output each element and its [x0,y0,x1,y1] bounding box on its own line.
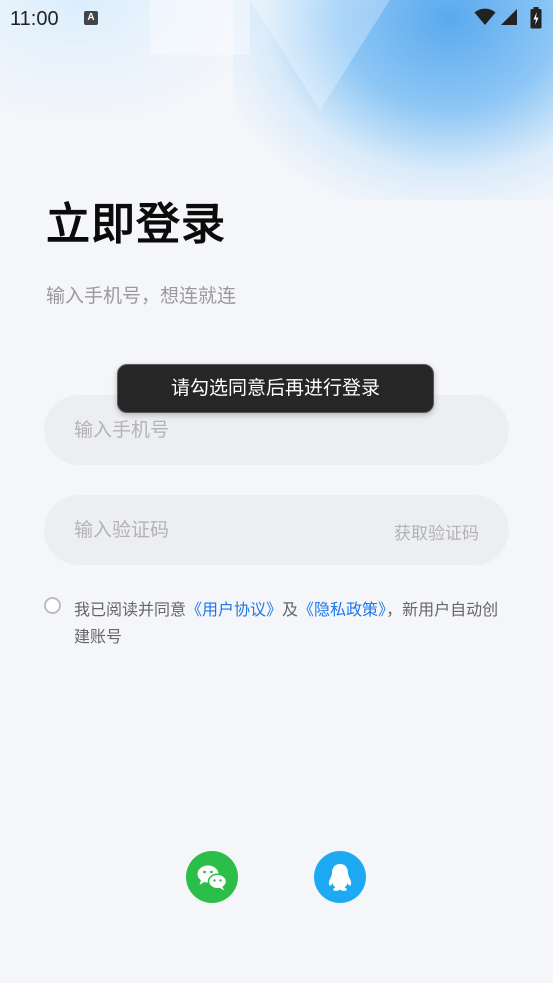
signal-icon [501,9,517,25]
battery-charging-icon [530,7,542,29]
wifi-icon [474,8,496,25]
qq-login-button[interactable] [314,851,366,903]
page-subtitle: 输入手机号，想连就连 [46,285,237,307]
agreement-prefix: 我已阅读并同意 [74,600,187,619]
privacy-policy-link[interactable]: 《隐私政策》 [298,600,386,619]
toast-message: 请勾选同意后再进行登录 [117,364,434,413]
user-agreement-link[interactable]: 《用户协议》 [186,600,282,619]
status-time: 11:00 [10,8,59,30]
notification-a-icon: A [84,11,98,25]
agreement-checkbox[interactable] [44,597,61,614]
page-title: 立即登录 [46,199,226,250]
navigation-bar [0,979,553,983]
agreement-and: 及 [282,600,299,619]
verification-code-input[interactable] [74,495,354,565]
wechat-login-button[interactable] [186,851,238,903]
get-code-button[interactable]: 获取验证码 [394,519,479,544]
wechat-icon [197,865,228,891]
agreement-text: 我已阅读并同意《用户协议》及《隐私政策》，新用户自动创建账号 [74,596,514,650]
code-field: 获取验证码 [44,495,509,565]
status-bar: 11:00 A [0,0,553,38]
qq-icon [328,864,352,891]
